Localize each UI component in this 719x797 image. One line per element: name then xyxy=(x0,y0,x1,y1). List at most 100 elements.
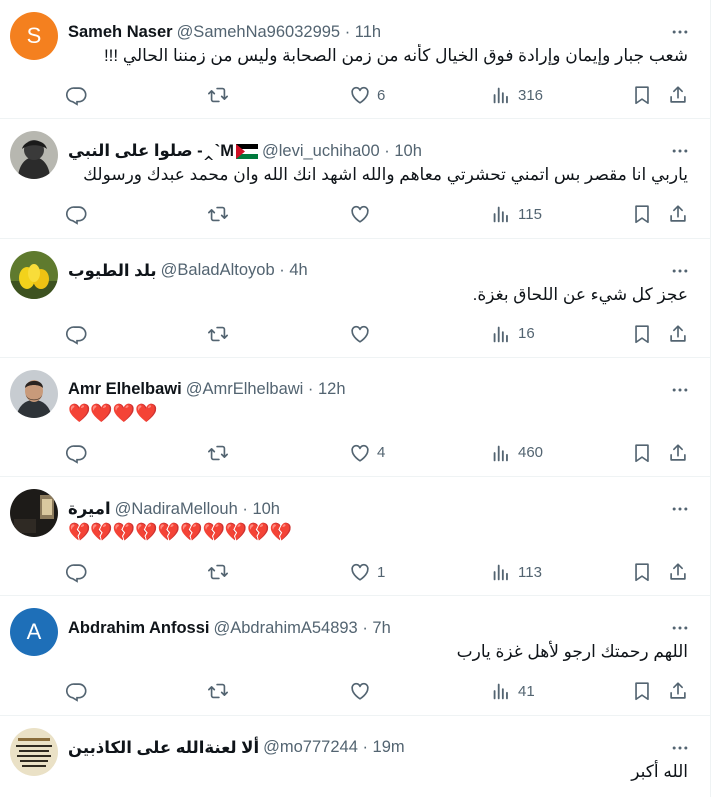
repost-icon xyxy=(207,442,229,464)
avatar-letter: A xyxy=(26,619,42,645)
bookmark-button[interactable] xyxy=(631,559,653,585)
like-button[interactable] xyxy=(349,678,371,704)
like-button[interactable]: 6 xyxy=(349,82,385,108)
avatar[interactable] xyxy=(10,131,58,180)
share-button[interactable] xyxy=(667,82,689,108)
handle[interactable]: @SamehNa96032995 xyxy=(177,23,341,41)
share-icon xyxy=(667,84,689,106)
bookmark-button[interactable] xyxy=(631,201,653,227)
tweet-meta: @AbdrahimA54893 · 7h xyxy=(213,619,390,638)
like-button[interactable]: 1 xyxy=(349,559,385,585)
tweet[interactable]: ألا لعنةالله على الكاذبين @mo777244 · 19m… xyxy=(0,716,710,797)
handle[interactable]: @AbdrahimA54893 xyxy=(213,619,357,637)
more-icon[interactable] xyxy=(670,141,690,161)
bookmark-button[interactable] xyxy=(631,440,653,466)
display-name[interactable]: Amr Elhelbawi xyxy=(68,380,182,399)
tweet-actions: 41 xyxy=(66,678,692,704)
more-icon[interactable] xyxy=(670,618,690,638)
repost-button[interactable] xyxy=(207,321,229,347)
tweet[interactable]: A Abdrahim Anfossi @AbdrahimA54893 · 7h الل… xyxy=(0,596,710,716)
tweet-text: شعب جبار وإيمان وإرادة فوق الخيال كأنه م… xyxy=(103,46,688,65)
more-icon[interactable] xyxy=(670,738,690,758)
timestamp[interactable]: 10h xyxy=(394,142,422,160)
tweet-header: اميرة @NadiraMellouh · 10h xyxy=(68,498,662,520)
views-button[interactable]: 115 xyxy=(490,201,542,227)
like-button[interactable] xyxy=(349,201,371,227)
like-button[interactable]: 4 xyxy=(349,440,385,466)
views-button[interactable]: 41 xyxy=(490,678,535,704)
bookmark-button[interactable] xyxy=(631,678,653,704)
timestamp[interactable]: 12h xyxy=(318,380,346,398)
repost-button[interactable] xyxy=(207,678,229,704)
display-name[interactable]: صلوا على النبي ‎-‸`‎M xyxy=(68,141,234,161)
tweet-header: صلوا على النبي ‎-‸`‎M @levi_uchiha00 · 10… xyxy=(68,140,662,162)
reply-button[interactable] xyxy=(66,678,88,704)
repost-button[interactable] xyxy=(207,559,229,585)
share-button[interactable] xyxy=(667,321,689,347)
display-name[interactable]: Sameh Naser xyxy=(68,23,173,42)
repost-button[interactable] xyxy=(207,201,229,227)
tweet[interactable]: بلد الطيوب @BaladAltoyob · 4h عجز كل شيء ع… xyxy=(0,239,710,358)
avatar[interactable]: S xyxy=(10,12,58,60)
more-icon[interactable] xyxy=(670,499,690,519)
timestamp[interactable]: 19m xyxy=(373,738,405,756)
tweet-meta: @BaladAltoyob · 4h xyxy=(161,261,308,280)
more-icon[interactable] xyxy=(670,380,690,400)
avatar-letter: S xyxy=(26,23,42,48)
views-button[interactable]: 460 xyxy=(490,440,543,466)
separator-dot: · xyxy=(237,499,253,518)
handle[interactable]: @levi_uchiha00 xyxy=(262,142,380,160)
reply-icon xyxy=(66,561,88,583)
repost-icon xyxy=(207,561,229,583)
handle[interactable]: @AmrElhelbawi xyxy=(186,380,304,398)
like-count: 6 xyxy=(377,86,386,104)
avatar[interactable]: A xyxy=(10,608,58,657)
handle[interactable]: @NadiraMellouh xyxy=(115,500,238,518)
views-button[interactable]: 316 xyxy=(490,82,543,108)
reply-button[interactable] xyxy=(66,201,88,227)
timestamp[interactable]: 4h xyxy=(289,261,307,279)
views-button[interactable]: 16 xyxy=(490,321,535,347)
reply-button[interactable] xyxy=(66,82,88,108)
handle[interactable]: @BaladAltoyob xyxy=(161,261,275,279)
separator-dot: · xyxy=(274,261,290,280)
like-button[interactable] xyxy=(349,321,371,347)
handle[interactable]: @mo777244 xyxy=(263,738,358,756)
reply-button[interactable] xyxy=(66,321,88,347)
repost-button[interactable] xyxy=(207,82,229,108)
bookmark-button[interactable] xyxy=(631,82,653,108)
share-button[interactable] xyxy=(667,678,689,704)
more-icon[interactable] xyxy=(670,261,690,281)
views-icon xyxy=(490,680,512,702)
tweet[interactable]: اميرة @NadiraMellouh · 10h 💔💔💔💔💔💔💔💔💔💔 1 113 xyxy=(0,477,710,597)
tweet[interactable]: S Sameh Naser @SamehNa96032995 · 11h شعب جب… xyxy=(0,0,710,120)
like-icon xyxy=(349,561,371,583)
tweet-header: Abdrahim Anfossi @AbdrahimA54893 · 7h xyxy=(68,617,662,639)
timestamp[interactable]: 7h xyxy=(372,619,390,637)
more-icon[interactable] xyxy=(670,22,690,42)
display-name[interactable]: اميرة xyxy=(68,499,111,519)
tweet-header: Sameh Naser @SamehNa96032995 · 11h xyxy=(68,21,662,43)
tweet[interactable]: Amr Elhelbawi @AmrElhelbawi · 12h ❤️❤️❤️❤️… xyxy=(0,358,710,478)
display-name[interactable]: Abdrahim Anfossi xyxy=(68,619,209,638)
reply-button[interactable] xyxy=(66,559,88,585)
tweet-meta: @mo777244 · 19m xyxy=(263,738,405,757)
tweet[interactable]: صلوا على النبي ‎-‸`‎M @levi_uchiha00 · 10… xyxy=(0,119,710,239)
share-button[interactable] xyxy=(667,440,689,466)
repost-button[interactable] xyxy=(207,440,229,466)
reply-button[interactable] xyxy=(66,440,88,466)
avatar[interactable] xyxy=(10,727,58,776)
timestamp[interactable]: 11h xyxy=(355,23,381,41)
share-button[interactable] xyxy=(667,559,689,585)
avatar[interactable] xyxy=(10,369,58,418)
avatar[interactable] xyxy=(10,250,58,299)
bookmark-button[interactable] xyxy=(631,321,653,347)
share-button[interactable] xyxy=(667,201,689,227)
display-name[interactable]: ألا لعنةالله على الكاذبين xyxy=(68,738,259,758)
timestamp[interactable]: 10h xyxy=(252,500,280,518)
display-name[interactable]: بلد الطيوب xyxy=(68,261,157,281)
separator-dot: · xyxy=(379,141,395,160)
views-button[interactable]: 113 xyxy=(490,559,542,585)
avatar[interactable] xyxy=(10,489,58,538)
like-icon xyxy=(349,442,371,464)
